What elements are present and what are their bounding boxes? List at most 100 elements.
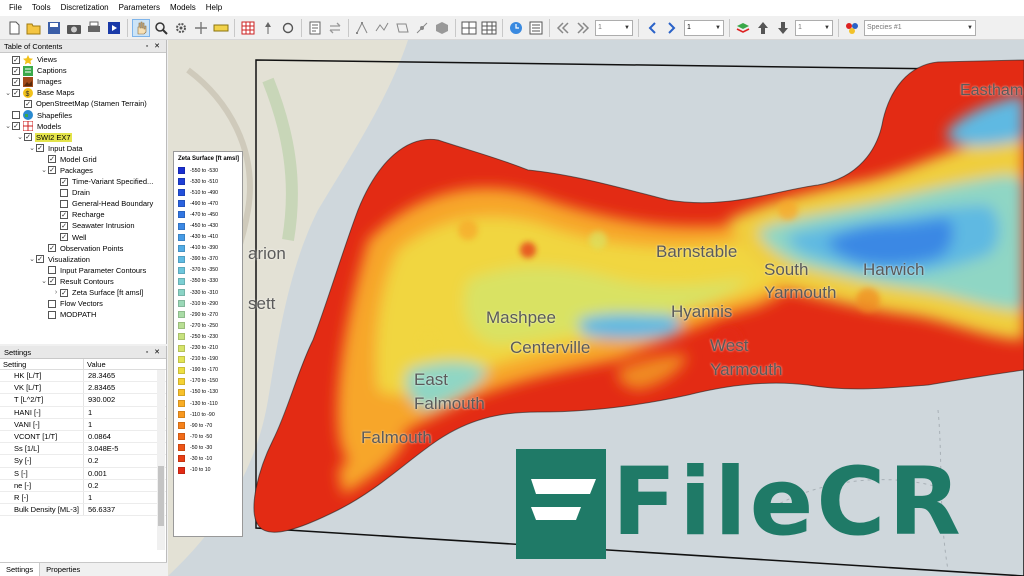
- setting-value[interactable]: 0.2: [84, 456, 154, 465]
- setting-value[interactable]: 1: [84, 408, 154, 417]
- settings-row[interactable]: VCONT [1/T] 0.0864: [0, 430, 166, 444]
- menu-discretization[interactable]: Discretization: [56, 0, 114, 16]
- species-select[interactable]: Species #1 ▼: [864, 19, 976, 36]
- settings-row[interactable]: R [-] 1: [0, 491, 166, 505]
- page-select[interactable]: 1 ▼: [684, 19, 724, 36]
- toc-item[interactable]: ⌄ ✓ SWI2 EX7: [0, 132, 166, 143]
- ruler-icon[interactable]: [212, 19, 230, 37]
- vertex-icon[interactable]: [413, 19, 431, 37]
- settings-row[interactable]: Sy [-] 0.2: [0, 455, 166, 468]
- toc-item[interactable]: ✓ Seawater Intrusion: [0, 220, 166, 231]
- zoom-icon[interactable]: [152, 19, 170, 37]
- toc-item[interactable]: ⌄ ✓ Visualization: [0, 254, 166, 265]
- menu-help[interactable]: Help: [201, 0, 227, 16]
- polyline-icon[interactable]: [373, 19, 391, 37]
- toc-item[interactable]: Flow Vectors: [0, 298, 166, 309]
- toc-item[interactable]: ✓ Well: [0, 232, 166, 243]
- node-edit-icon[interactable]: [353, 19, 371, 37]
- toc-item[interactable]: Drain: [0, 187, 166, 198]
- menu-file[interactable]: File: [4, 0, 27, 16]
- up-arrow-icon[interactable]: [754, 19, 772, 37]
- toc-item[interactable]: General-Head Boundary: [0, 198, 166, 209]
- layout-grid-icon[interactable]: [460, 19, 478, 37]
- setting-value[interactable]: 2.83465: [84, 383, 154, 392]
- toc-checkbox[interactable]: [48, 310, 56, 319]
- save-icon[interactable]: [45, 19, 63, 37]
- toc-item[interactable]: ⌄ ✓ Result Contours: [0, 276, 166, 287]
- toc-item[interactable]: ✓ Captions: [0, 65, 166, 76]
- setting-value[interactable]: 0.0864: [84, 432, 154, 441]
- settings-row[interactable]: T [L^2/T] 930.002: [0, 394, 166, 407]
- setting-value[interactable]: 1: [84, 420, 154, 429]
- toc-checkbox[interactable]: ✓: [12, 122, 20, 131]
- toc-item[interactable]: Shapefiles: [0, 109, 166, 121]
- swap-icon[interactable]: [326, 19, 344, 37]
- settings-row[interactable]: HK [L/T] 28.3465: [0, 370, 166, 383]
- toc-checkbox[interactable]: ✓: [48, 244, 56, 253]
- toc-item[interactable]: ✓ Time-Variant Specified...: [0, 176, 166, 187]
- next-icon[interactable]: [663, 19, 681, 37]
- tab-properties[interactable]: Properties: [40, 563, 86, 576]
- settings-row[interactable]: VANI [-] 1: [0, 418, 166, 431]
- toc-checkbox[interactable]: ✓: [12, 66, 20, 75]
- toc-checkbox[interactable]: ✓: [12, 55, 20, 64]
- panel-controls[interactable]: ▫ ✕: [146, 42, 162, 50]
- expand-down-icon[interactable]: ⌄: [28, 144, 36, 152]
- toc-checkbox[interactable]: ✓: [24, 99, 32, 108]
- toc-checkbox[interactable]: [48, 266, 56, 275]
- setting-value[interactable]: 1: [84, 493, 154, 502]
- cube-icon[interactable]: [433, 19, 451, 37]
- stress-period-select[interactable]: 1 ▼: [795, 19, 833, 36]
- toc-checkbox[interactable]: [12, 111, 20, 120]
- toc-checkbox[interactable]: ✓: [60, 210, 68, 219]
- expand-down-icon[interactable]: ⌄: [40, 166, 48, 174]
- expand-right-icon[interactable]: ›: [52, 289, 60, 296]
- toc-checkbox[interactable]: ✓: [36, 144, 44, 153]
- table-grid-icon[interactable]: [480, 19, 498, 37]
- layer-select[interactable]: 1 ▼: [595, 19, 633, 36]
- move-icon[interactable]: [192, 19, 210, 37]
- menu-models[interactable]: Models: [165, 0, 201, 16]
- expand-down-icon[interactable]: ⌄: [16, 133, 24, 141]
- settings-row[interactable]: VK [L/T] 2.83465: [0, 382, 166, 395]
- text-doc-icon[interactable]: [306, 19, 324, 37]
- polygon-icon[interactable]: [393, 19, 411, 37]
- refresh-icon[interactable]: [279, 19, 297, 37]
- toc-item[interactable]: ⌄ ✓ Input Data: [0, 143, 166, 154]
- toc-item[interactable]: ⌄ ✓ Packages: [0, 165, 166, 176]
- toc-item[interactable]: ⌄ ✓ Models: [0, 120, 166, 132]
- pan-hand-icon[interactable]: [132, 18, 150, 37]
- toc-checkbox[interactable]: ✓: [60, 288, 68, 297]
- toc-checkbox[interactable]: [60, 188, 68, 197]
- panel-controls[interactable]: ▫ ✕: [146, 348, 162, 356]
- species-icon[interactable]: [843, 19, 861, 37]
- run-icon[interactable]: [105, 19, 123, 37]
- expand-down-icon[interactable]: ⌄: [28, 255, 36, 263]
- layers-icon[interactable]: [734, 19, 752, 37]
- settings-row[interactable]: ne [-] 0.2: [0, 479, 166, 492]
- toc-item[interactable]: ✓ OpenStreetMap (Stamen Terrain): [0, 98, 166, 109]
- tab-settings[interactable]: Settings: [0, 563, 41, 576]
- toc-item[interactable]: ✓ Recharge: [0, 209, 166, 220]
- toc-checkbox[interactable]: ✓: [60, 233, 68, 242]
- setting-value[interactable]: 930.002: [84, 395, 154, 404]
- toc-checkbox[interactable]: ✓: [60, 221, 68, 230]
- setting-value[interactable]: 0.001: [84, 469, 154, 478]
- settings-row[interactable]: S [-] 0.001: [0, 467, 166, 480]
- open-folder-icon[interactable]: [25, 19, 43, 37]
- toc-item[interactable]: ⌄ ✓ $ Base Maps: [0, 87, 166, 98]
- toc-item[interactable]: ✓ Views: [0, 54, 166, 65]
- settings-row[interactable]: Ss [1/L] 3.048E-5: [0, 443, 166, 456]
- toc-item[interactable]: Input Parameter Contours: [0, 265, 166, 276]
- pin-icon[interactable]: [259, 19, 277, 37]
- toc-item[interactable]: ✓ Images: [0, 76, 166, 87]
- menu-parameters[interactable]: Parameters: [114, 0, 165, 16]
- setting-value[interactable]: 3.048E-5: [84, 444, 154, 453]
- toc-checkbox[interactable]: ✓: [48, 166, 56, 175]
- toc-checkbox[interactable]: ✓: [36, 255, 44, 264]
- toc-checkbox[interactable]: [48, 299, 56, 308]
- print-icon[interactable]: [85, 19, 103, 37]
- toc-item[interactable]: › ✓ Zeta Surface [ft amsl]: [0, 287, 166, 298]
- toc-item[interactable]: ✓ Model Grid: [0, 154, 166, 165]
- grid-red-icon[interactable]: [239, 19, 257, 37]
